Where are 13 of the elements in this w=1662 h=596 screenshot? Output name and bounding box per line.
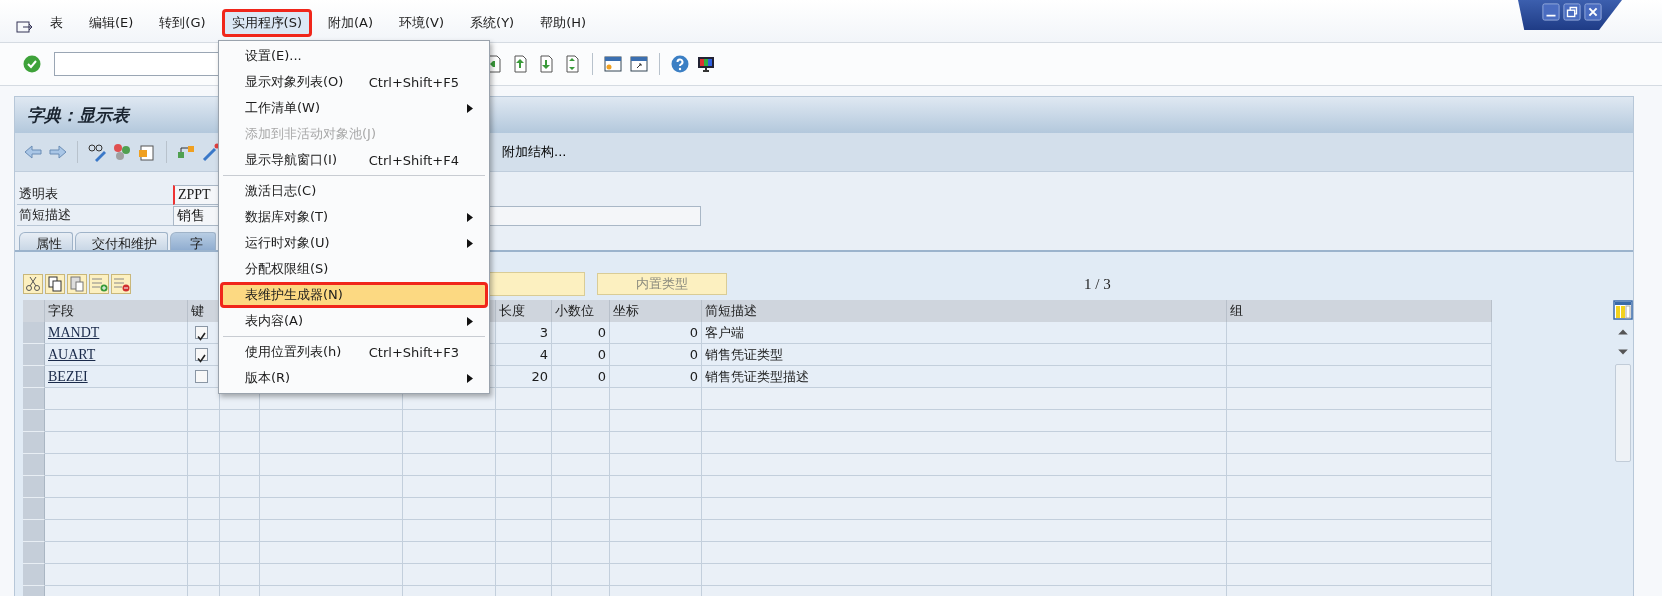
table-cell: 3 xyxy=(496,322,552,344)
table-cell: 0 xyxy=(610,366,702,388)
table-cell: 0 xyxy=(610,344,702,366)
table-cell: 销售凭证类型 xyxy=(702,344,1227,366)
table-cell: 0 xyxy=(552,344,610,366)
table-cell: 0 xyxy=(610,322,702,344)
table-cell: 销售凭证类型描述 xyxy=(702,366,1227,388)
table-cell: 4 xyxy=(496,344,552,366)
table-cell: 20 xyxy=(496,366,552,388)
table-cell: 0 xyxy=(552,322,610,344)
table-cell: 客户端 xyxy=(702,322,1227,344)
page-counter: 1 / 3 xyxy=(1084,275,1111,293)
table-cell: 0 xyxy=(552,366,610,388)
